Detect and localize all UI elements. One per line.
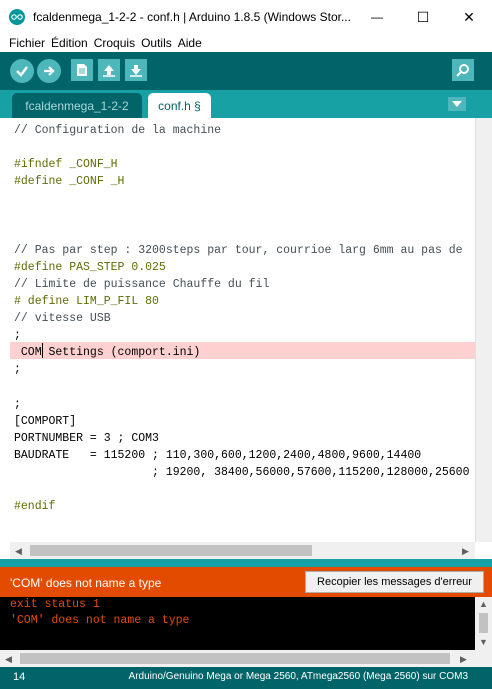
board-info: Arduino/Genuino Mega or Mega 2560, ATmeg… <box>128 671 468 682</box>
pane-divider[interactable] <box>0 559 492 567</box>
code-line: #ifndef _CONF_H <box>14 158 118 172</box>
code-line: [COMPORT] <box>14 414 77 428</box>
serial-monitor-button[interactable] <box>452 59 474 81</box>
code-line: // Configuration de la machine <box>14 124 222 137</box>
window-title: fcaldenmega_1-2-2 - conf.h | Arduino 1.8… <box>33 10 351 24</box>
tab-fcaldenmega[interactable]: fcaldenmega_1-2-2 <box>12 93 142 118</box>
error-bar: 'COM' does not name a type Recopier les … <box>0 567 492 597</box>
arrow-down-icon <box>130 65 142 77</box>
scroll-up-icon[interactable]: ▲ <box>479 599 488 609</box>
menu-aide[interactable]: Aide <box>178 36 202 50</box>
code-line: # define LIM_P_FIL 80 <box>14 295 159 308</box>
console-output: exit status 1 'COM' does not name a type <box>0 597 475 650</box>
arrow-up-icon <box>103 65 115 77</box>
code-line: ; <box>14 329 21 343</box>
verify-button[interactable] <box>10 59 34 83</box>
minimize-icon: — <box>371 10 383 24</box>
maximize-icon: ☐ <box>416 8 430 25</box>
maximize-button[interactable]: ☐ <box>400 0 446 34</box>
copy-errors-button[interactable]: Recopier les messages d'erreur <box>305 571 484 593</box>
console-line: 'COM' does not name a type <box>10 614 190 627</box>
close-button[interactable]: ✕ <box>446 0 492 34</box>
document-icon <box>77 64 87 76</box>
console-line: exit status 1 <box>10 598 100 611</box>
console-horizontal-scrollbar[interactable]: ◀ ▶ <box>0 650 492 667</box>
code-line: ; <box>14 363 21 377</box>
new-sketch-button[interactable] <box>71 59 93 81</box>
triangle-down-icon <box>452 101 462 107</box>
code-editor[interactable]: // Configuration de la machine #ifndef _C… <box>0 118 475 542</box>
console-vertical-scrollbar[interactable]: ▲ ▼ <box>475 597 492 650</box>
console-vscroll-thumb[interactable] <box>479 613 488 633</box>
tab-conf-h[interactable]: conf.h § <box>148 93 211 118</box>
scroll-down-icon[interactable]: ▼ <box>479 637 488 647</box>
code-line: BAUDRATE = 115200 ; 110,300,600,1200,240… <box>14 448 422 462</box>
code-line: ; 19200, 38400,56000,57600,115200,128000… <box>14 466 470 479</box>
tab-menu-button[interactable] <box>448 97 466 111</box>
scroll-left-icon[interactable]: ◀ <box>15 546 22 557</box>
code-line: // Limite de puissance Chauffe du fil <box>14 277 270 291</box>
upload-button[interactable] <box>37 59 61 83</box>
code-line: // Pas par step : 3200steps par tour, co… <box>14 243 463 257</box>
menu-outils[interactable]: Outils <box>141 36 172 50</box>
code-line: #endif <box>14 500 56 514</box>
menu-croquis[interactable]: Croquis <box>94 36 135 50</box>
code-line: ; <box>14 397 21 411</box>
title-bar: fcaldenmega_1-2-2 - conf.h | Arduino 1.8… <box>0 0 492 34</box>
editor-vertical-scrollbar[interactable] <box>475 118 492 542</box>
code-line: #define PAS_STEP 0.025 <box>14 260 166 274</box>
editor-scroll-thumb[interactable] <box>30 545 312 556</box>
close-icon: ✕ <box>463 8 475 25</box>
status-bar: 14 Arduino/Genuino Mega or Mega 2560, AT… <box>0 667 492 689</box>
arduino-logo-icon <box>9 9 25 25</box>
text-caret <box>42 343 43 358</box>
scroll-left-icon[interactable]: ◀ <box>5 654 12 665</box>
open-sketch-button[interactable] <box>98 59 120 81</box>
code-line: #define _CONF _H <box>14 175 125 189</box>
menu-fichier[interactable]: Fichier <box>9 36 45 50</box>
save-sketch-button[interactable] <box>125 59 147 81</box>
menu-edition[interactable]: Édition <box>51 36 88 50</box>
code-line: PORTNUMBER = 3 ; COM3 <box>14 431 159 445</box>
arrow-right-icon <box>44 66 55 76</box>
check-icon <box>16 66 28 77</box>
scroll-right-icon[interactable]: ▶ <box>460 654 467 665</box>
minimize-button[interactable]: — <box>354 0 400 34</box>
line-number: 14 <box>13 671 26 683</box>
tab-bar: fcaldenmega_1-2-2 conf.h § <box>0 90 492 118</box>
scroll-right-icon[interactable]: ▶ <box>462 546 469 557</box>
error-message: 'COM' does not name a type <box>10 576 162 590</box>
code-line: // vitesse USB <box>14 312 111 326</box>
editor-horizontal-scrollbar[interactable]: ◀ ▶ <box>10 542 475 559</box>
toolbar <box>0 52 492 90</box>
menu-bar: Fichier Édition Croquis Outils Aide <box>0 34 492 52</box>
magnifier-icon <box>456 64 469 77</box>
console-scroll-thumb[interactable] <box>20 653 450 664</box>
